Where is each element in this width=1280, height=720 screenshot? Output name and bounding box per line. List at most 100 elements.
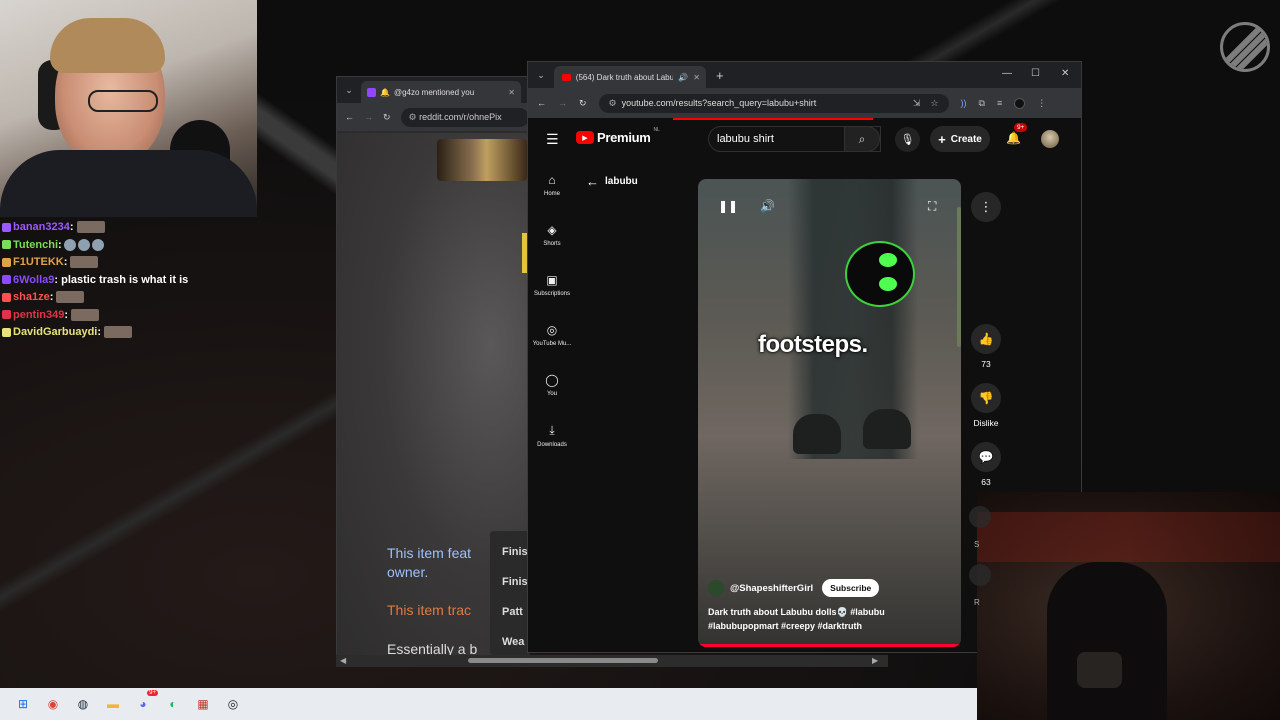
youtube-tab[interactable]: (564) Dark truth about Labu 🔊 ✕ (554, 66, 706, 88)
microphone-icon: 🎙 (900, 134, 915, 146)
youtube-favicon-icon (562, 73, 571, 81)
chrome-icon-glyph: ◉ (47, 697, 59, 711)
chat-badge-icon (2, 327, 11, 337)
media-controls-icon[interactable]: ≡ (997, 98, 1002, 109)
reddit-url[interactable]: ⚙ reddit.com/r/ohnePix (400, 107, 529, 127)
chat-message: Tutenchi: (2, 237, 192, 255)
sidebar-item-youtube-mu[interactable]: ◎ YouTube Mu... (528, 310, 576, 360)
chat-message: banan3234: (2, 219, 192, 237)
back-arrow-icon[interactable]: ← (537, 98, 546, 108)
chat-separator: : (54, 273, 59, 286)
forward-arrow-icon[interactable]: → (558, 98, 567, 108)
profile-icon[interactable] (1014, 97, 1026, 109)
chat-username[interactable]: 6Wolla9 (13, 274, 54, 286)
reload-icon[interactable]: ↻ (383, 112, 391, 123)
chat-message: DavidGarbuaydi: (2, 324, 192, 342)
streamer-webcam (0, 0, 257, 217)
pause-icon[interactable]: ❚❚ (718, 199, 738, 213)
chat-username[interactable]: pentin349 (13, 309, 64, 321)
spotify-icon[interactable]: ◐ (162, 693, 184, 715)
voice-search-button[interactable]: 🎙 (895, 127, 920, 152)
chrome-icon[interactable]: ◉ (42, 693, 64, 715)
context-menu-item[interactable]: Patt (502, 591, 530, 621)
chat-username[interactable]: sha1ze (13, 291, 50, 303)
scrollbar-thumb[interactable] (468, 658, 658, 663)
minimize-icon[interactable]: — (1002, 68, 1012, 79)
more-options-button[interactable]: ⋮ (971, 192, 1001, 222)
extension-audio-icon[interactable]: )) (961, 98, 967, 109)
new-tab-icon[interactable]: + (716, 68, 724, 83)
context-menu-item[interactable]: Wea (502, 621, 530, 651)
horizontal-scrollbar[interactable]: ◀ ▶ (336, 655, 888, 667)
fullscreen-icon[interactable]: ⛶ (928, 199, 936, 214)
back-arrow-icon[interactable]: ← (345, 112, 354, 122)
back-to-search[interactable]: ← labubu (586, 174, 638, 189)
scroll-right-icon[interactable]: ▶ (872, 656, 878, 665)
dislike-button[interactable]: 👎 (971, 383, 1001, 413)
plus-icon: + (938, 131, 946, 147)
close-icon[interactable]: ✕ (693, 73, 700, 82)
volume-icon[interactable]: 🔊 (760, 199, 775, 213)
extensions-puzzle-icon[interactable]: ⧉ (979, 98, 985, 109)
reddit-tab[interactable]: 🔔 @g4zo mentioned you ✕ (361, 81, 521, 103)
maximize-icon[interactable]: ☐ (1031, 68, 1040, 79)
chat-username[interactable]: banan3234 (13, 221, 70, 233)
file-explorer-icon[interactable]: ▬ (102, 693, 124, 715)
tab-search-icon[interactable]: ⌄ (528, 70, 554, 81)
video-caption: footsteps. (758, 331, 868, 358)
more-vertical-icon: ⋮ (979, 199, 993, 214)
context-menu-item[interactable]: Finis (502, 531, 530, 561)
context-menu-item[interactable]: Finis (502, 561, 530, 591)
chat-message: sha1ze: (2, 289, 192, 307)
item-context-menu[interactable]: Finis Finis Patt Wea (490, 531, 530, 655)
obs-icon[interactable]: ◎ (222, 693, 244, 715)
like-button[interactable]: 👍 (971, 324, 1001, 354)
sidebar-item-home[interactable]: ⌂ Home (528, 160, 576, 210)
sidebar-item-label: You (546, 391, 558, 397)
search-button[interactable]: ⌕ (844, 126, 880, 152)
hamburger-menu-icon[interactable]: ☰ (546, 131, 559, 148)
chat-username[interactable]: Tutenchi (13, 239, 58, 251)
twitch-favicon-icon (367, 87, 376, 97)
close-icon[interactable]: ✕ (508, 88, 515, 97)
install-icon[interactable]: ⇲ (913, 98, 921, 109)
reddit-address-bar: ← → ↻ ⚙ reddit.com/r/ohnePix (337, 103, 529, 131)
channel-name[interactable]: @ShapeshifterGirl (730, 583, 813, 594)
browser-menu-icon[interactable]: ⋮ (1037, 98, 1046, 109)
chat-separator: : (63, 256, 68, 268)
video-progress-bar[interactable] (698, 644, 961, 647)
windows-start-icon[interactable]: ⊞ (12, 693, 34, 715)
subscribe-button[interactable]: Subscribe (822, 579, 880, 597)
account-avatar[interactable] (1041, 130, 1059, 148)
channel-avatar[interactable] (708, 580, 724, 596)
chat-username[interactable]: DavidGarbuaydi (13, 326, 97, 338)
site-settings-icon[interactable]: ⚙ (409, 112, 420, 122)
reload-icon[interactable]: ↻ (579, 98, 587, 109)
reddit-tabbar: ⌄ 🔔 @g4zo mentioned you ✕ (337, 77, 529, 103)
sidebar-item-subscriptions[interactable]: ▣ Subscriptions (528, 260, 576, 310)
video-description[interactable]: Dark truth about Labubu dolls💀 #labubu #… (708, 605, 938, 633)
app-tile-icon[interactable]: ▦ (192, 693, 214, 715)
sidebar-item-shorts[interactable]: ◈ Shorts (528, 210, 576, 260)
shorts-icon: ◈ (547, 223, 557, 237)
forward-arrow-icon[interactable]: → (364, 112, 373, 122)
speaker-icon[interactable]: 🔊 (678, 73, 688, 82)
chat-emote-icon (63, 238, 76, 251)
sidebar-item-label: Subscriptions (533, 291, 571, 297)
tab-search-icon[interactable]: ⌄ (337, 85, 361, 96)
youtube-url[interactable]: ⚙ youtube.com/results?search_query=labub… (598, 93, 949, 113)
scroll-left-icon[interactable]: ◀ (340, 656, 346, 665)
steam-icon[interactable]: ◍ (72, 693, 94, 715)
shorts-video-player[interactable]: ❚❚ 🔊 ⛶ footsteps. @ShapeshifterGirl Subs… (698, 179, 961, 647)
chat-username[interactable]: F1UTEKK (13, 256, 64, 268)
youtube-premium-logo[interactable]: ▶ Premium NL (576, 127, 660, 145)
comments-button[interactable]: 💬 (971, 442, 1001, 472)
notifications-bell-icon[interactable]: 🔔 (1006, 131, 1021, 145)
sidebar-item-you[interactable]: ◯ You (528, 360, 576, 410)
discord-icon[interactable]: ◕ 9+ (132, 690, 158, 715)
window-close-icon[interactable]: ✕ (1061, 68, 1069, 79)
bookmark-star-icon[interactable]: ☆ (930, 98, 938, 109)
site-settings-icon[interactable]: ⚙ (609, 98, 617, 109)
sidebar-item-downloads[interactable]: ⤓ Downloads (528, 410, 576, 460)
create-button[interactable]: + Create (930, 126, 990, 152)
